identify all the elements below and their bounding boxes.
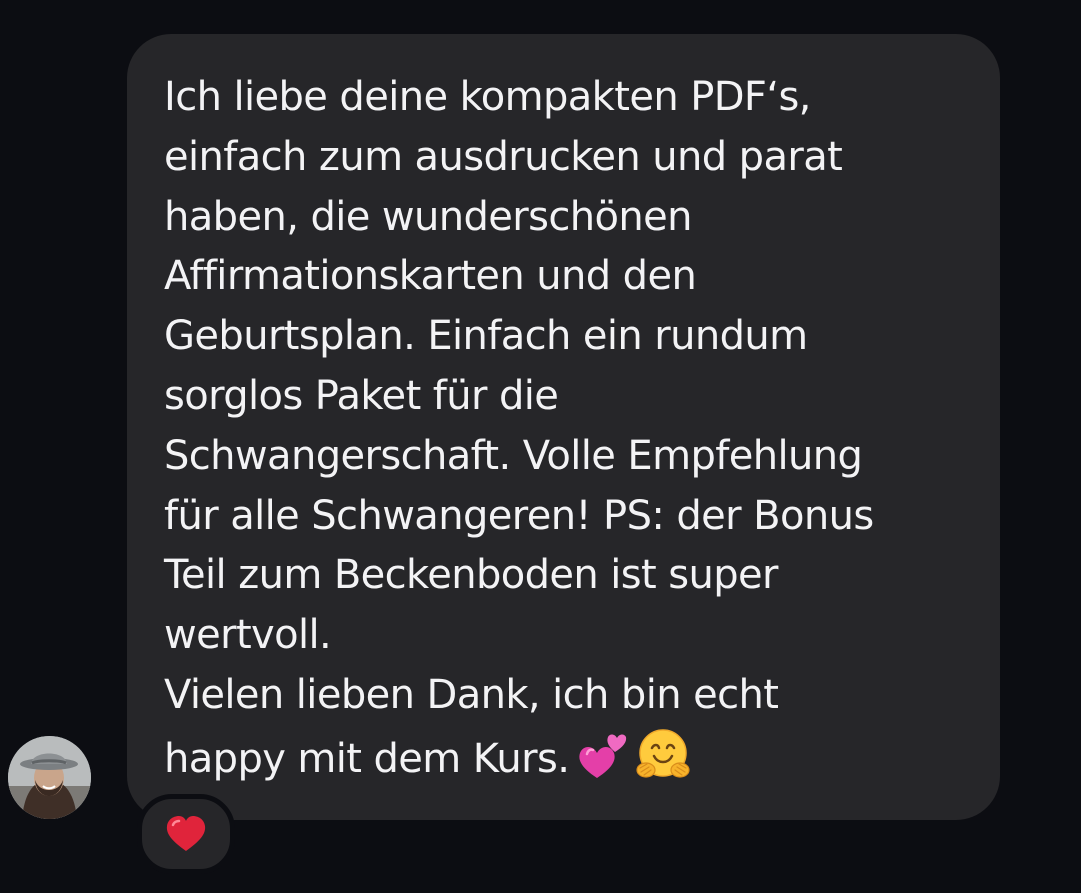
avatar-photo-icon bbox=[8, 736, 91, 819]
hugging-face-emoji-icon bbox=[636, 729, 690, 778]
reaction-badge[interactable] bbox=[137, 794, 235, 874]
message-line: Schwangerschaft. Volle Empfehlung bbox=[164, 432, 863, 479]
two-hearts-emoji-icon bbox=[579, 734, 627, 778]
message-line: wertvoll. bbox=[164, 612, 332, 659]
message-line: haben, die wunderschönen bbox=[164, 193, 693, 240]
message-line: Affirmationskarten und den bbox=[164, 253, 697, 300]
red-heart-icon bbox=[166, 816, 206, 851]
message-line: Geburtsplan. Einfach ein rundum bbox=[164, 313, 808, 360]
chat-screen: Ich liebe deine kompakten PDF‘s, einfach… bbox=[0, 0, 1081, 893]
message-line: für alle Schwangeren! PS: der Bonus bbox=[164, 492, 874, 539]
message-paragraph-1: Ich liebe deine kompakten PDF‘s, einfach… bbox=[164, 68, 954, 666]
message-line: einfach zum ausdrucken und parat bbox=[164, 133, 843, 180]
message-line: Ich liebe deine kompakten PDF‘s, bbox=[164, 74, 811, 120]
message-line: Vielen lieben Dank, ich bin echt bbox=[164, 671, 779, 718]
message-line: sorglos Paket für die bbox=[164, 372, 559, 419]
message-paragraph-2: Vielen lieben Dank, ich bin echt happy m… bbox=[164, 666, 954, 790]
message-bubble[interactable]: Ich liebe deine kompakten PDF‘s, einfach… bbox=[127, 34, 1000, 820]
message-line: Teil zum Beckenboden ist super bbox=[164, 552, 778, 599]
sender-avatar[interactable] bbox=[8, 736, 91, 819]
message-line-last: happy mit dem Kurs. bbox=[164, 726, 954, 790]
message-line-last-text: happy mit dem Kurs. bbox=[164, 735, 570, 782]
message-text: Ich liebe deine kompakten PDF‘s, einfach… bbox=[164, 68, 970, 790]
